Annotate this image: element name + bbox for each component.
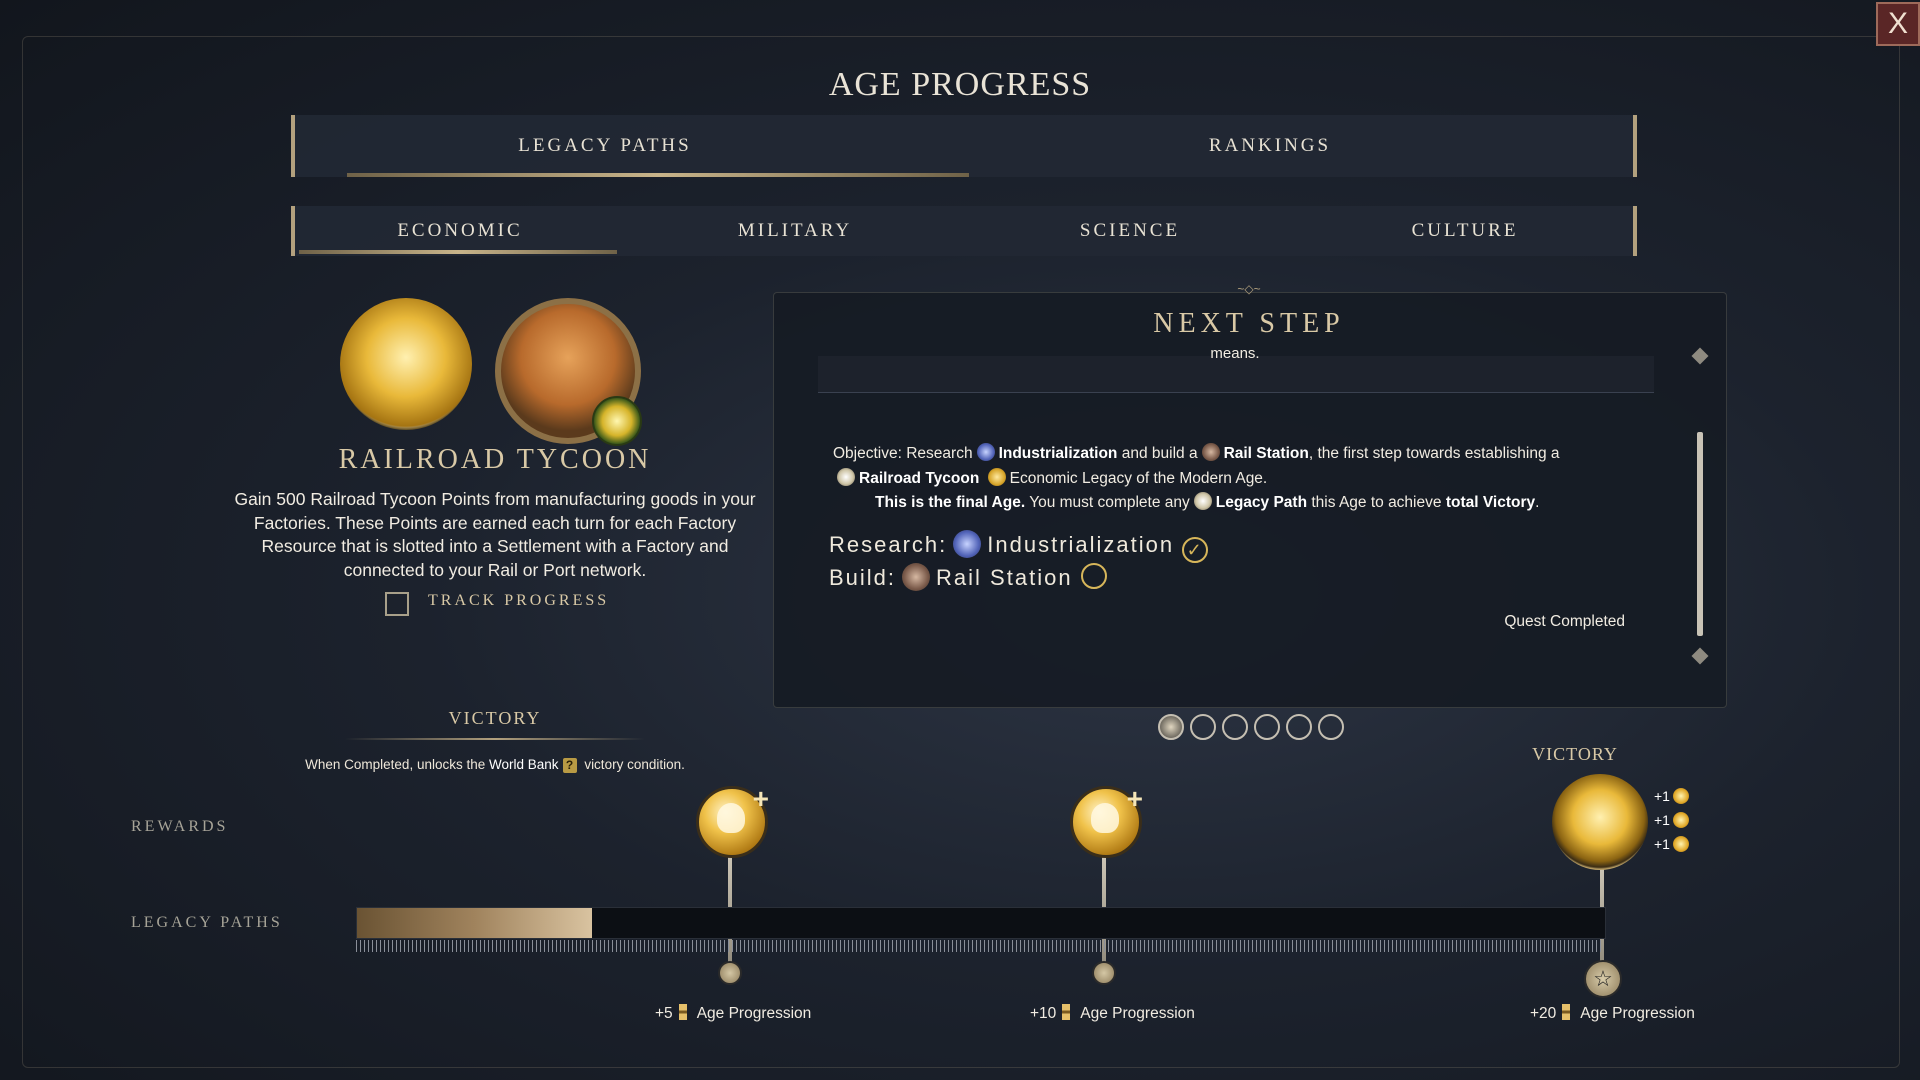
page-dot-1[interactable] [1158,714,1184,740]
rail-station-icon [902,563,931,591]
coin-laurel-icon [340,298,472,430]
victory-description: When Completed, unlocks the World Bank? … [305,757,685,773]
active-tab-indicator [347,173,969,177]
legacy-paths-row-label: LEGACY PATHS [131,914,283,931]
milestone-node [718,961,742,985]
research-requirement: Research: Industrialization ✓ [829,530,1209,563]
victory-divider [345,738,645,740]
tab-legacy-paths[interactable]: LEGACY PATHS [295,115,915,177]
economic-badge-icon [592,396,642,446]
legacy-progress-fill [357,908,592,938]
legacy-path-description: Gain 500 Railroad Tycoon Points from man… [234,489,756,580]
quest-status: Quest Completed [1504,613,1625,630]
tab-economic[interactable]: ECONOMIC [295,206,625,256]
victory-heading: VICTORY [448,708,542,728]
page-dot-2[interactable] [1190,714,1216,740]
hourglass-icon [678,1004,687,1020]
progress-ticks [356,940,1604,952]
completed-check-icon: ✓ [1182,537,1209,563]
scroll-thumb[interactable] [1697,432,1703,636]
next-step-heading: NEXT STEP [1153,308,1345,339]
page-title: AGE PROGRESS [828,66,1092,103]
help-icon[interactable]: ? [562,758,577,773]
page-dot-4[interactable] [1254,714,1280,740]
world-bank-link[interactable]: World Bank [489,757,559,772]
tab-rankings[interactable]: RANKINGS [915,115,1625,177]
tab-science[interactable]: SCIENCE [965,206,1295,256]
previous-step-text: means. [1210,345,1260,362]
science-icon [953,530,982,558]
tab-culture[interactable]: CULTURE [1300,206,1630,256]
incomplete-ring-icon [1080,563,1107,589]
page-dot-5[interactable] [1286,714,1312,740]
milestone-age-progression: +20 Age Progression [1530,1004,1695,1022]
victory-bonus: +1 [1654,812,1689,828]
page-dot-3[interactable] [1222,714,1248,740]
close-button[interactable]: X [1876,2,1920,46]
build-requirement: Build: Rail Station [829,563,1107,591]
milestone-age-progression: +10 Age Progression [1030,1004,1195,1022]
milestone-node [1092,961,1116,985]
category-tab-bar: ECONOMIC MILITARY SCIENCE CULTURE [291,206,1637,256]
victory-bonus: +1 [1654,836,1689,852]
active-subtab-indicator [299,250,617,254]
rewards-row-label: REWARDS [131,818,229,835]
reward-attribute-point-icon[interactable]: + [696,783,769,858]
objective-text: Objective: Research Industrialization and… [833,443,1560,511]
tab-military[interactable]: MILITARY [630,206,960,256]
legacy-icon [1193,492,1212,510]
legacy-icon [837,467,855,486]
science-icon [976,443,995,461]
main-tab-bar: LEGACY PATHS RANKINGS [291,115,1637,177]
ornament-icon: ~◇~ [1237,282,1261,296]
gold-icon [987,467,1006,486]
legacy-path-title: RAILROAD TYCOON [338,444,652,475]
page-dot-6[interactable] [1318,714,1344,740]
rail-station-icon [1201,443,1220,461]
panel-scrollbar[interactable] [1691,347,1709,665]
track-progress-checkbox[interactable] [385,592,409,616]
reward-attribute-point-icon[interactable]: + [1070,783,1143,858]
track-progress-label[interactable]: TRACK PROGRESS [428,592,609,610]
milestone-age-progression: +5 Age Progression [655,1004,812,1022]
victory-bonus: +1 [1654,788,1689,804]
hourglass-icon [1562,1004,1571,1020]
victory-star-node-icon: ☆ [1584,960,1622,998]
victory-reward-icon[interactable] [1552,774,1648,870]
hourglass-icon [1062,1004,1071,1020]
victory-reward-heading: VICTORY [1532,744,1618,764]
